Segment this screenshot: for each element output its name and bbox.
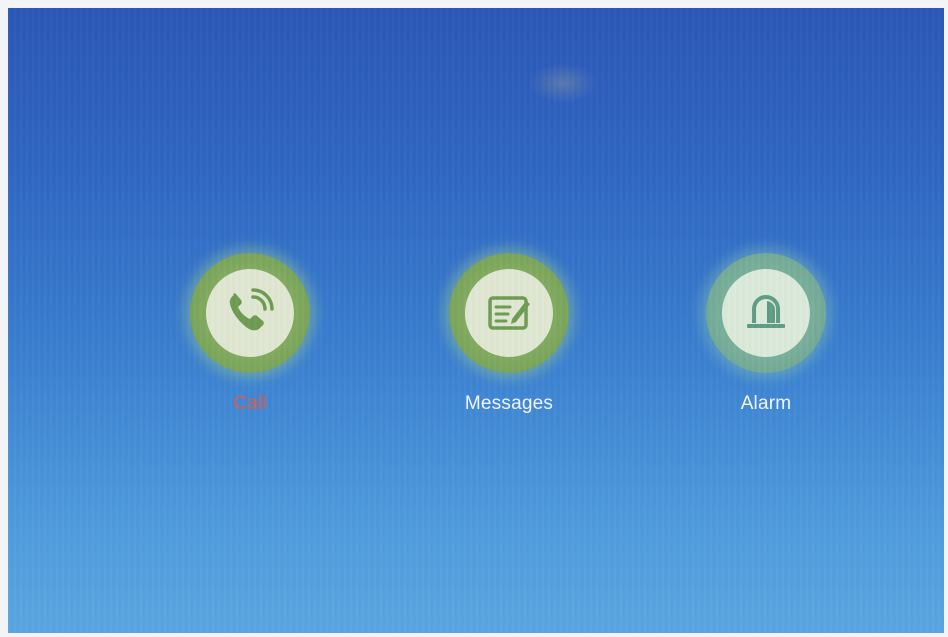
alarm-icon-inner [722, 269, 810, 357]
alarm-icon-ring[interactable] [706, 253, 826, 373]
home-screen: Call Messages Alarm [8, 8, 944, 633]
phone-icon [229, 288, 274, 331]
alarm-menu-item[interactable]: Alarm [666, 253, 866, 423]
call-label[interactable]: Call [150, 393, 350, 415]
alarm-siren-icon [747, 295, 785, 328]
call-icon-inner [206, 269, 294, 357]
messages-icon-inner [465, 269, 553, 357]
call-menu-item[interactable]: Call [150, 253, 350, 423]
messages-menu-item[interactable]: Messages [409, 253, 609, 423]
alarm-label[interactable]: Alarm [666, 393, 866, 415]
call-icon-ring[interactable] [190, 253, 310, 373]
messages-icon-ring[interactable] [449, 253, 569, 373]
screen-smudge [528, 63, 598, 103]
device-frame: Call Messages Alarm [0, 0, 948, 637]
message-edit-icon [488, 296, 530, 330]
messages-label[interactable]: Messages [409, 393, 609, 415]
